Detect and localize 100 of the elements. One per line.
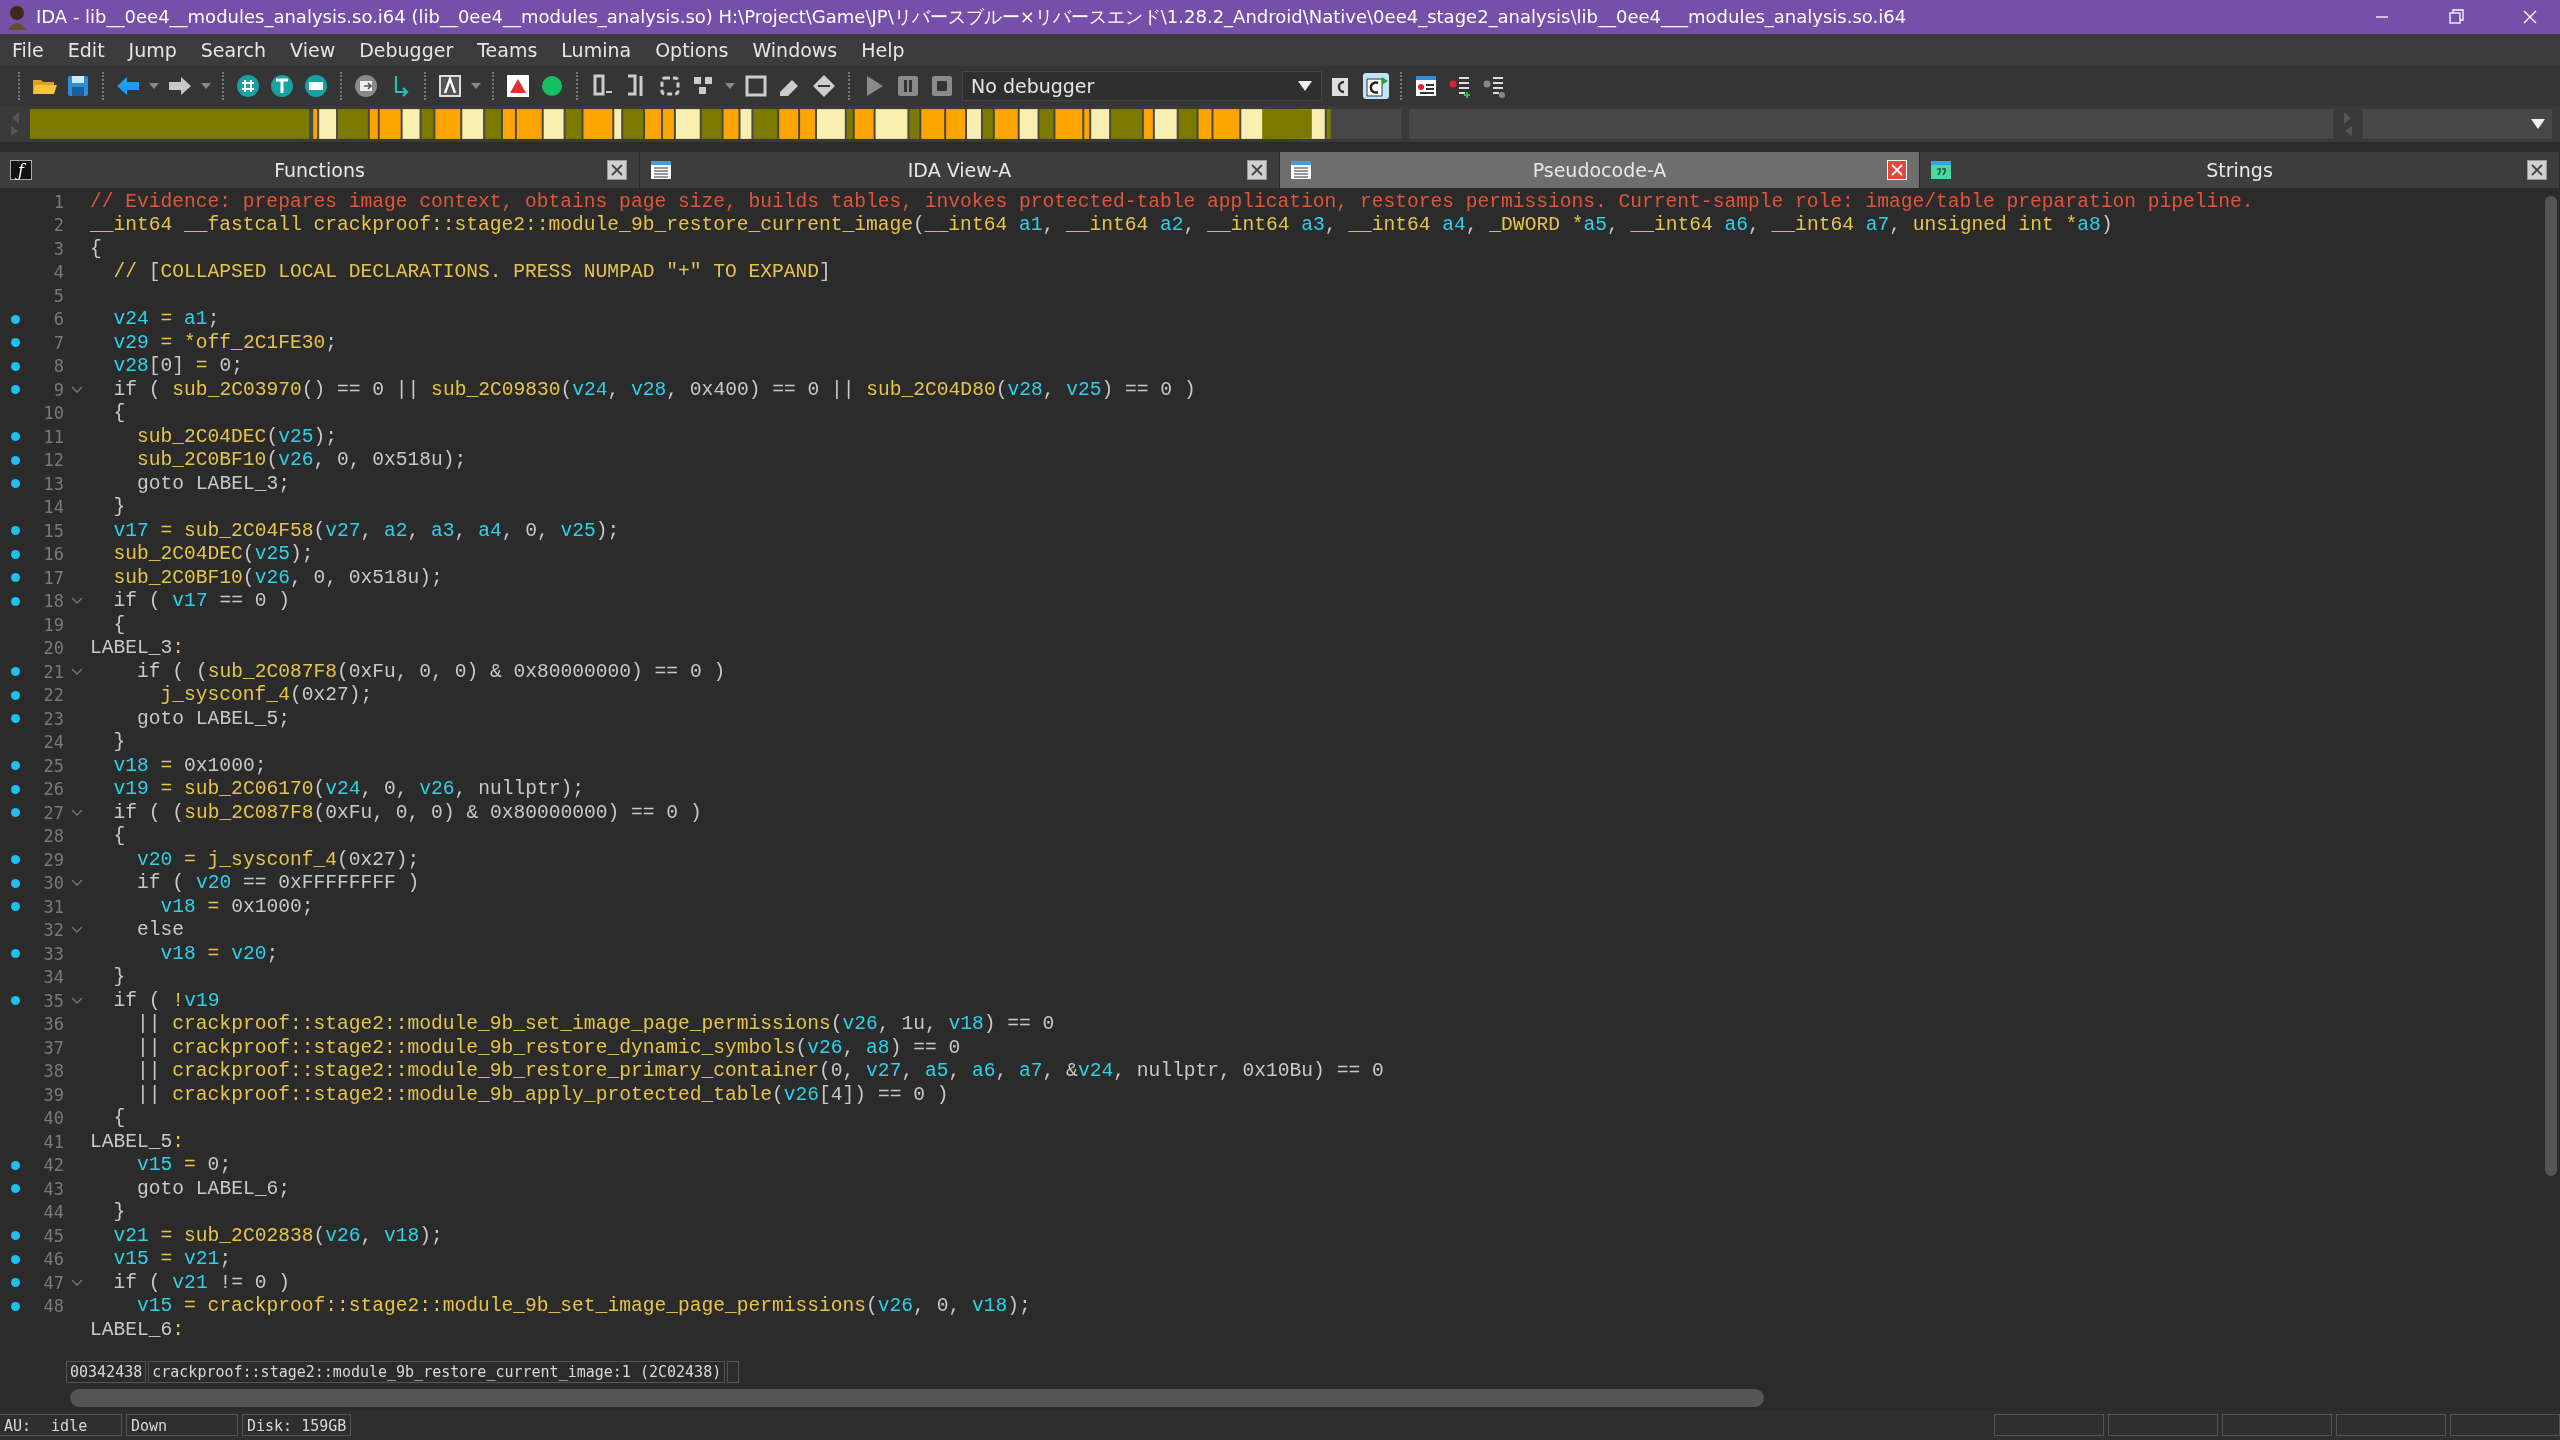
code-line: if ( v20 == 0xFFFFFFFF )	[136, 872, 420, 895]
code-line: // [COLLAPSED LOCAL DECLARATIONS. PRESS NUMPAD "+" TO EXPAND]	[112, 261, 831, 284]
line-number: 3	[52, 238, 64, 259]
fold-toggle-icon[interactable]	[71, 1278, 83, 1287]
menu-item[interactable]: View	[290, 37, 336, 63]
navigation-band-drawing[interactable]	[29, 109, 1402, 139]
line-number: 11	[42, 426, 64, 447]
fold-toggle-icon[interactable]	[71, 996, 83, 1005]
code-line: sub_2C04DEC(v25);	[136, 425, 337, 448]
line-number: 38	[42, 1061, 64, 1082]
code-line: v15 = v21;	[112, 1248, 232, 1271]
fold-toggle-icon[interactable]	[71, 879, 83, 888]
address-label: 00342438	[66, 1361, 147, 1383]
code-line: {	[112, 825, 126, 848]
code-line: || crackproof::stage2::module_9b_restore_dynamic_symbols(v26, a8) == 0	[136, 1036, 961, 1059]
line-number: 33	[42, 943, 64, 964]
code-line: v17 = sub_2C04F58(v27, a2, a3, a4, 0, v25);	[112, 519, 620, 542]
line-number: 45	[42, 1225, 64, 1246]
code-line: || crackproof::stage2::module_9b_set_image_page_permissions(v26, 1u, v18) == 0	[136, 1013, 1055, 1036]
code-line: LABEL_5:	[90, 1130, 185, 1153]
line-number: 27	[42, 802, 64, 823]
function-icon: ƒ	[10, 160, 32, 180]
window-title: IDA - lib__0ee4__modules_analysis.so.i64 (lib__0ee4__modules_analysis.so) H:\Project\Game\JP\リバースブルー×リバースエンド\1.28.2_Android\Native\0ee4_stage2_analysis\lib__0ee4___modules_analysis.so.i64	[36, 5, 1908, 29]
menu-item[interactable]: Edit	[67, 37, 105, 63]
line-number: 25	[42, 755, 64, 776]
tab[interactable]: Pseudocode-A	[1280, 152, 1920, 188]
code-line: }	[112, 731, 126, 754]
fold-toggle-icon[interactable]	[71, 926, 83, 935]
code-line: j_sysconf_4(0x27);	[159, 684, 373, 707]
menu-item[interactable]: Help	[861, 37, 905, 63]
code-line: v29 = *off_2C1FE30;	[112, 331, 337, 354]
menu-item[interactable]: Options	[655, 37, 729, 63]
line-number: 1	[52, 191, 64, 212]
status-text: Down	[126, 1414, 238, 1436]
code-line: }	[112, 496, 126, 519]
tab[interactable]: ƒ Functions	[0, 152, 640, 188]
code-line: {	[112, 402, 126, 425]
code-line: v21 = sub_2C02838(v26, v18);	[112, 1224, 443, 1247]
menu-item[interactable]: Windows	[752, 37, 838, 63]
fold-toggle-icon[interactable]	[71, 808, 83, 817]
code-line: v20 = j_sysconf_4(0x27);	[136, 848, 420, 871]
line-number: 24	[42, 732, 64, 753]
app-logo-icon	[6, 4, 28, 30]
status-text: idle	[51, 1416, 88, 1435]
line-number: 22	[42, 685, 64, 706]
line-number: 42	[42, 1155, 64, 1176]
line-number: 4	[52, 262, 64, 283]
location-field	[727, 1361, 740, 1383]
fold-toggle-icon[interactable]	[71, 597, 83, 606]
line-number: 30	[42, 873, 64, 894]
line-number: 26	[42, 779, 64, 800]
code-line: goto LABEL_5;	[136, 707, 290, 730]
close-icon[interactable]	[2527, 160, 2547, 180]
code-line: sub_2C04DEC(v25);	[112, 543, 314, 566]
line-number: 14	[42, 497, 64, 518]
line-number: 31	[42, 896, 64, 917]
status-text: Disk: 159GB	[242, 1414, 352, 1436]
line-number: 43	[42, 1178, 64, 1199]
line-number: 5	[52, 285, 64, 306]
code-line: if ( (sub_2C087F8(0xFu, 0, 0) & 0x80000000) == 0 )	[112, 801, 702, 824]
line-number: 13	[42, 473, 64, 494]
menu-item[interactable]: File	[12, 37, 44, 63]
code-line: }	[112, 966, 126, 989]
line-number: 48	[42, 1296, 64, 1317]
menu-item[interactable]: Debugger	[359, 37, 454, 63]
fold-toggle-icon[interactable]	[71, 667, 83, 676]
status-text: AU:	[4, 1416, 32, 1435]
code-line: {	[112, 613, 126, 636]
horizontal-scrollbar[interactable]	[70, 1389, 1764, 1407]
code-line: v18 = v20;	[159, 942, 279, 965]
menu-item[interactable]: Search	[200, 37, 267, 63]
tab[interactable]: IDA View-A	[640, 152, 1280, 188]
code-line: }	[112, 1201, 126, 1224]
code-line: v15 = 0;	[136, 1154, 232, 1177]
close-icon[interactable]	[1247, 160, 1267, 180]
line-number: 23	[42, 708, 64, 729]
tab[interactable]: Strings	[1920, 152, 2560, 188]
line-number: 35	[42, 990, 64, 1011]
jump-circle-icon[interactable]	[352, 72, 380, 100]
line-number: 8	[52, 356, 64, 377]
fold-toggle-icon[interactable]	[71, 385, 83, 394]
code-line: v18 = 0x1000;	[159, 895, 314, 918]
dropdown-caret-icon	[1297, 80, 1313, 92]
grid-circle-icon[interactable]	[234, 72, 262, 100]
code-line: __int64 __fastcall crackproof::stage2::module_9b_restore_current_image(__int64 a1, __int64 a2, __int64 a3, __int64 a4, _DWORD *a5, __int64 a6, __int64 a7, unsigned int *a8)	[90, 214, 2113, 237]
line-number: 10	[42, 403, 64, 424]
menu-item[interactable]: Jump	[128, 37, 177, 63]
square-frame-icon[interactable]	[436, 72, 464, 100]
line-number: 6	[52, 309, 64, 330]
pillar-circle-icon[interactable]	[268, 72, 296, 100]
menu-item[interactable]: Lumina	[561, 37, 632, 63]
menu-item[interactable]: Teams	[477, 37, 538, 63]
debugger-dropdown[interactable]: No debugger	[962, 71, 1322, 101]
code-line: || crackproof::stage2::module_9b_restore_primary_container(0, v27, a5, a6, a7, &v24, nullptr, 0x10Bu) == 0	[136, 1060, 1384, 1083]
listing-icon	[650, 160, 672, 180]
code-line: else	[136, 919, 185, 942]
active-document-c-icon[interactable]	[1362, 72, 1390, 100]
close-icon[interactable]	[607, 160, 627, 180]
line-number: 21	[42, 661, 64, 682]
line-number: 16	[42, 544, 64, 565]
